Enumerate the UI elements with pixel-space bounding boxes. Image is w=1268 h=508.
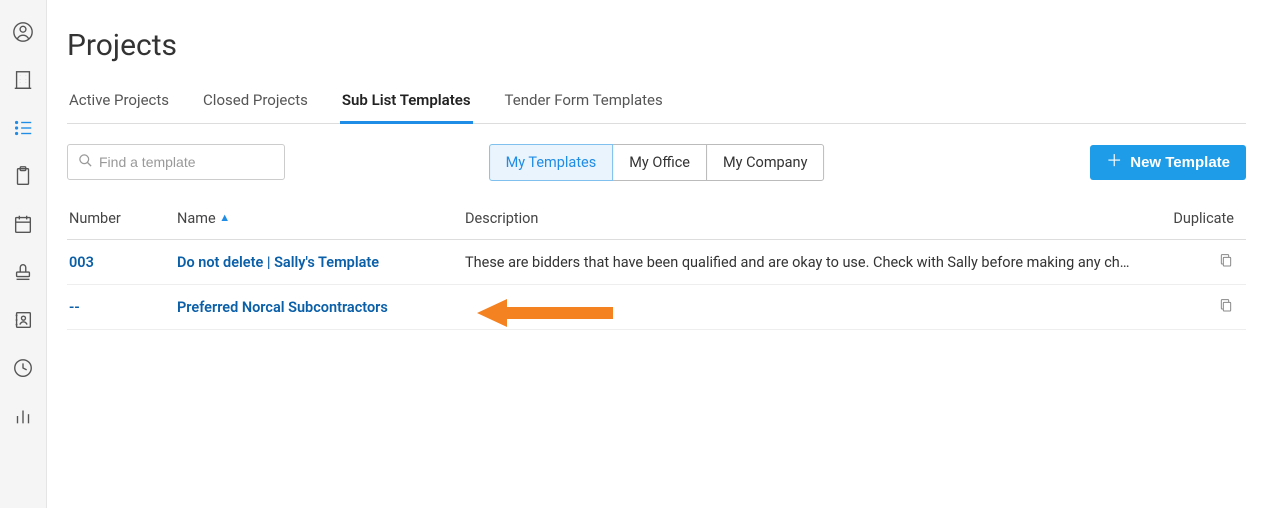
main: Projects Active Projects Closed Projects… [47, 0, 1268, 508]
new-template-label: New Template [1130, 154, 1230, 171]
contacts-icon [12, 309, 34, 335]
sidebar-list[interactable] [0, 106, 47, 154]
sidebar-clock[interactable] [0, 346, 47, 394]
sidebar-building[interactable] [0, 58, 47, 106]
tab-active-projects[interactable]: Active Projects [67, 91, 171, 124]
table-row: 003 Do not delete | Sally's Template The… [67, 240, 1246, 285]
clock-icon [12, 357, 34, 383]
sidebar-chart[interactable] [0, 394, 47, 442]
sidebar-stamp[interactable] [0, 250, 47, 298]
th-name[interactable]: Name ▲ [175, 200, 463, 240]
th-number[interactable]: Number [67, 200, 175, 240]
tab-sub-list-templates[interactable]: Sub List Templates [340, 91, 473, 124]
sidebar [0, 0, 47, 508]
row-name-link[interactable]: Preferred Norcal Subcontractors [177, 299, 388, 316]
chart-icon [12, 405, 34, 431]
templates-table: Number Name ▲ Description Duplicate 003 … [67, 200, 1246, 330]
row-number-link[interactable]: -- [69, 299, 80, 316]
tabs: Active Projects Closed Projects Sub List… [67, 91, 1246, 124]
scope-segment-group: My Templates My Office My Company [489, 144, 825, 181]
sidebar-clipboard[interactable] [0, 154, 47, 202]
user-icon [12, 21, 34, 47]
seg-my-office[interactable]: My Office [612, 144, 707, 181]
sort-asc-icon: ▲ [219, 211, 230, 224]
tab-closed-projects[interactable]: Closed Projects [201, 91, 310, 124]
table-row: -- Preferred Norcal Subcontractors [67, 285, 1246, 330]
toolbar: My Templates My Office My Company ＋ New … [67, 144, 1246, 180]
search-icon [78, 153, 93, 172]
duplicate-icon[interactable] [1218, 300, 1234, 317]
new-template-button[interactable]: ＋ New Template [1090, 145, 1246, 180]
seg-my-templates[interactable]: My Templates [489, 144, 614, 181]
plus-icon: ＋ [1106, 154, 1122, 170]
sidebar-calendar[interactable] [0, 202, 47, 250]
th-duplicate[interactable]: Duplicate [1154, 200, 1246, 240]
stamp-icon [12, 261, 34, 287]
search-box[interactable] [67, 144, 285, 180]
row-number-link[interactable]: 003 [69, 254, 94, 271]
calendar-icon [12, 213, 34, 239]
duplicate-icon[interactable] [1218, 255, 1234, 272]
search-input[interactable] [99, 154, 280, 170]
tab-tender-form-templates[interactable]: Tender Form Templates [503, 91, 665, 124]
sidebar-contacts[interactable] [0, 298, 47, 346]
th-description[interactable]: Description [463, 200, 1154, 240]
row-description: These are bidders that have been qualifi… [465, 254, 1145, 271]
row-name-link[interactable]: Do not delete | Sally's Template [177, 254, 379, 271]
sidebar-user[interactable] [0, 10, 47, 58]
seg-my-company[interactable]: My Company [706, 144, 824, 181]
building-icon [12, 69, 34, 95]
page-title: Projects [67, 28, 1246, 63]
clipboard-icon [12, 165, 34, 191]
list-icon [12, 117, 34, 143]
